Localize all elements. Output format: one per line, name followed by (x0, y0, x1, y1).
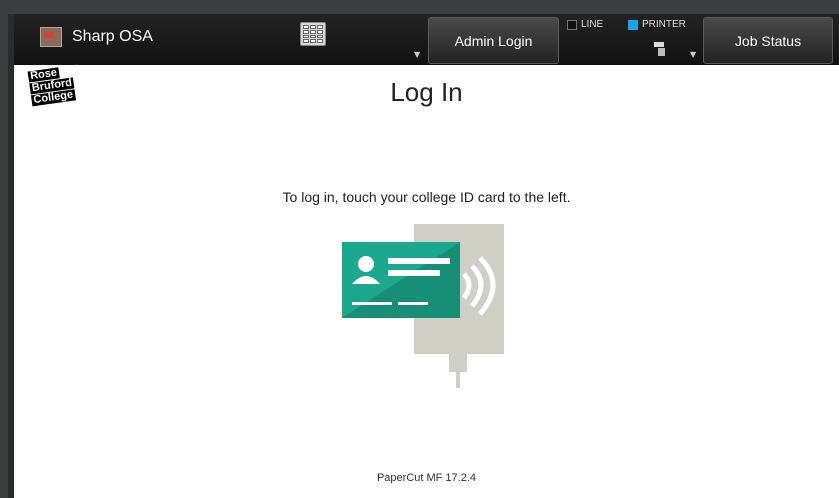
card-tap-illustration (342, 224, 504, 388)
printer-icon (654, 42, 666, 56)
line-toggle[interactable]: LINE (567, 19, 603, 30)
line-checkbox[interactable] (567, 20, 577, 30)
printer-toggle[interactable]: PRINTER (628, 19, 686, 30)
instruction-text: To log in, touch your college ID card to… (282, 189, 571, 205)
printer-checkbox[interactable] (628, 20, 638, 30)
chevron-down-icon-2[interactable]: ▼ (690, 50, 696, 59)
app-icon (40, 27, 62, 47)
id-card-icon (342, 242, 460, 318)
app-title-label: Sharp OSA (72, 28, 153, 45)
version-label: PaperCut MF 17.2.4 (376, 472, 477, 484)
bezel-left (0, 0, 8, 498)
page-title: Log In (390, 77, 463, 107)
job-status-button[interactable]: Job Status (703, 17, 833, 64)
admin-login-button[interactable]: Admin Login (428, 17, 559, 64)
keypad-icon[interactable] (300, 22, 326, 46)
bezel-top (0, 0, 839, 14)
main-content: Rose Bruford College Log In To log in, t… (14, 64, 839, 498)
line-label: LINE (581, 19, 604, 30)
printer-label: PRINTER (642, 19, 686, 30)
top-bar: Sharp OSA ▼ Admin Login LINE PRINTER ▼ J… (14, 14, 839, 66)
chevron-down-icon[interactable]: ▼ (414, 50, 420, 59)
app-title[interactable]: Sharp OSA (40, 27, 153, 47)
